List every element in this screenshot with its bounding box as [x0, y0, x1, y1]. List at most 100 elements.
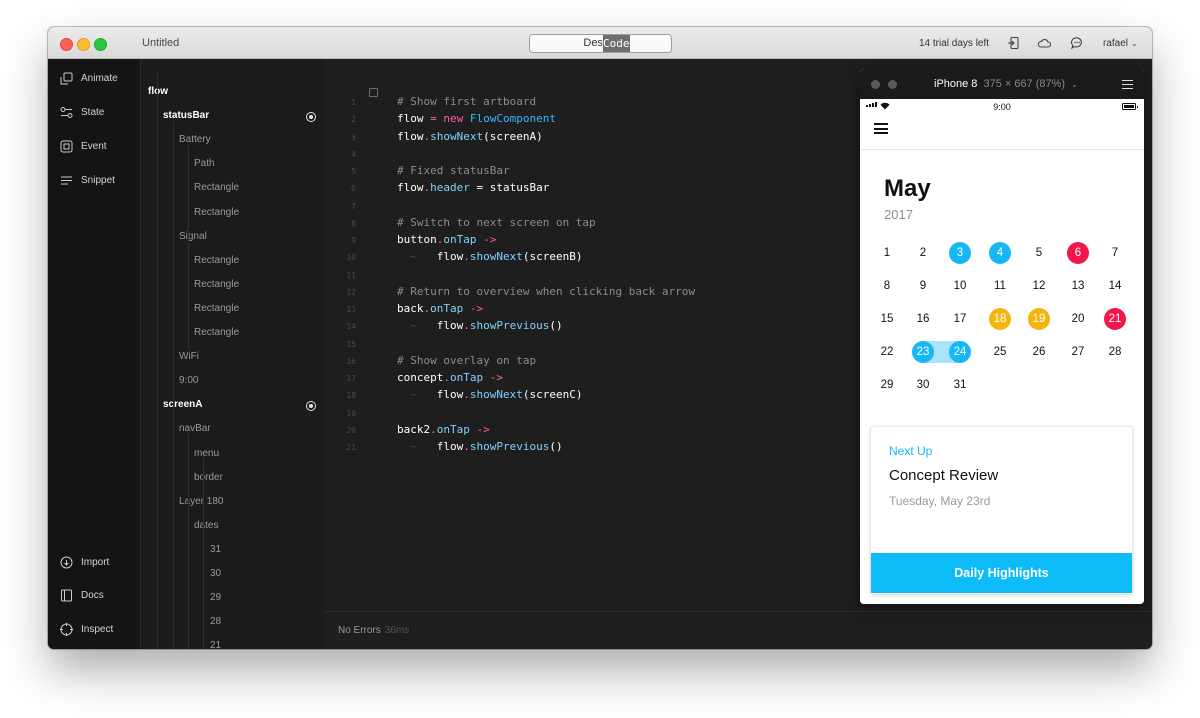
code-token: (screenA)	[483, 129, 543, 143]
layer-item[interactable]: navBar	[179, 423, 211, 434]
preview-dot[interactable]	[871, 80, 880, 89]
calendar-day[interactable]: 13	[1067, 275, 1089, 297]
user-menu[interactable]: rafael ⌄	[1103, 38, 1138, 49]
layer-item[interactable]: Rectangle	[194, 255, 239, 266]
calendar-day[interactable]: 18	[989, 308, 1011, 330]
device-selector[interactable]: iPhone 8 375 × 667 (87%) ⌄	[934, 78, 1078, 90]
line-number: 19	[346, 408, 356, 418]
calendar-day[interactable]: 26	[1028, 341, 1050, 363]
snippet-button[interactable]: Snippet	[60, 173, 115, 187]
layer-item[interactable]: Path	[194, 158, 215, 169]
inspect-button[interactable]: Inspect	[60, 622, 113, 636]
animate-label: Animate	[81, 72, 118, 84]
docs-button[interactable]: Docs	[60, 588, 104, 602]
line-number: 10	[346, 253, 356, 263]
layer-item[interactable]: Rectangle	[194, 182, 239, 193]
line-number: 2	[351, 115, 356, 125]
calendar-day[interactable]: 27	[1067, 341, 1089, 363]
calendar-day[interactable]: 19	[1028, 308, 1050, 330]
calendar-day[interactable]: 30	[912, 374, 934, 396]
calendar-day[interactable]: 24	[949, 341, 971, 363]
layer-item[interactable]: Layer 180	[179, 496, 223, 507]
layer-item[interactable]: statusBar	[163, 110, 209, 121]
code-fold-icon[interactable]	[369, 88, 378, 97]
share-icon[interactable]	[1007, 36, 1021, 50]
code-line: ~ flow.showPrevious()	[397, 440, 562, 453]
layer-item[interactable]: menu	[194, 448, 219, 459]
target-icon[interactable]	[306, 112, 316, 123]
chat-icon[interactable]	[1070, 36, 1084, 50]
inspect-icon	[60, 622, 73, 636]
code-token: showNext	[469, 250, 523, 264]
code-token: button	[397, 233, 437, 246]
calendar-day[interactable]: 14	[1104, 275, 1126, 297]
close-button[interactable]	[60, 38, 73, 51]
design-tab[interactable]: Design	[530, 35, 671, 52]
code-token: (screenB)	[522, 250, 583, 264]
calendar-day[interactable]: 31	[949, 374, 971, 396]
layer-item[interactable]: 9:00	[179, 375, 198, 386]
layer-item[interactable]: Rectangle	[194, 279, 239, 290]
menu-icon[interactable]	[1122, 80, 1133, 89]
calendar-day[interactable]: 15	[876, 308, 898, 330]
event-card[interactable]: Next Up Concept Review Tuesday, May 23rd…	[870, 426, 1133, 595]
card-date: Tuesday, May 23rd	[889, 494, 991, 508]
animate-button[interactable]: Animate	[60, 71, 118, 85]
layer-item[interactable]: Rectangle	[194, 303, 239, 314]
layer-item[interactable]: dates	[194, 520, 218, 531]
calendar-day[interactable]: 25	[989, 341, 1011, 363]
state-button[interactable]: State	[60, 105, 104, 119]
calendar-day[interactable]: 21	[1104, 308, 1126, 330]
calendar-day[interactable]: 1	[876, 242, 898, 264]
layer-item[interactable]: 29	[210, 592, 221, 603]
calendar-day[interactable]: 17	[949, 308, 971, 330]
calendar-day[interactable]: 11	[989, 275, 1011, 297]
calendar-day[interactable]: 5	[1028, 242, 1050, 264]
layer-item[interactable]: flow	[148, 86, 168, 97]
calendar-day[interactable]: 8	[876, 275, 898, 297]
calendar-day[interactable]: 12	[1028, 275, 1050, 297]
layer-item[interactable]: Rectangle	[194, 327, 239, 338]
calendar-day[interactable]: 4	[989, 242, 1011, 264]
minimize-button[interactable]	[77, 38, 90, 51]
layer-item[interactable]: border	[194, 472, 223, 483]
calendar-day[interactable]: 2	[912, 242, 934, 264]
error-status-text: No Errors	[338, 625, 381, 636]
phone-screen: 9:00 May 2017 Next Up Concept Review Tue…	[860, 99, 1144, 604]
line-number: 17	[346, 374, 356, 383]
calendar-day[interactable]: 3	[949, 242, 971, 264]
calendar-day[interactable]: 20	[1067, 308, 1089, 330]
layer-item[interactable]: screenA	[163, 399, 202, 410]
layer-item[interactable]: WiFi	[179, 351, 199, 362]
calendar-day[interactable]: 9	[912, 275, 934, 297]
layer-item[interactable]: 30	[210, 568, 221, 579]
import-button[interactable]: Import	[60, 555, 109, 569]
calendar-day[interactable]: 23	[912, 341, 934, 363]
layer-item[interactable]: 28	[210, 616, 221, 627]
layer-item[interactable]: 21	[210, 640, 221, 649]
event-button[interactable]: Event	[60, 139, 107, 153]
preview-dot[interactable]	[888, 80, 897, 89]
calendar-day[interactable]: 16	[912, 308, 934, 330]
hamburger-menu-icon[interactable]	[874, 123, 888, 134]
calendar-day[interactable]: 10	[949, 275, 971, 297]
code-token: flow	[397, 112, 424, 126]
calendar-day[interactable]: 28	[1104, 341, 1126, 363]
zoom-button[interactable]	[94, 38, 107, 51]
layer-item[interactable]: Battery	[179, 134, 211, 145]
line-number: 12	[346, 287, 356, 297]
code-token: # Return to overview when clicking back …	[397, 284, 696, 298]
docs-icon	[61, 589, 72, 601]
calendar-day[interactable]: 29	[876, 374, 898, 396]
code-tab[interactable]: Code	[603, 35, 630, 52]
daily-highlights-button[interactable]: Daily Highlights	[871, 553, 1132, 593]
layer-item[interactable]: Rectangle	[194, 207, 239, 218]
layer-item[interactable]: 31	[210, 544, 221, 555]
cloud-icon[interactable]	[1037, 36, 1051, 50]
calendar-day[interactable]: 6	[1067, 242, 1089, 264]
target-icon[interactable]	[306, 401, 316, 412]
calendar-day[interactable]: 7	[1104, 242, 1126, 264]
calendar-day[interactable]: 22	[876, 341, 898, 363]
layer-item[interactable]: Signal	[179, 231, 207, 242]
card-tag: Next Up	[889, 444, 933, 458]
